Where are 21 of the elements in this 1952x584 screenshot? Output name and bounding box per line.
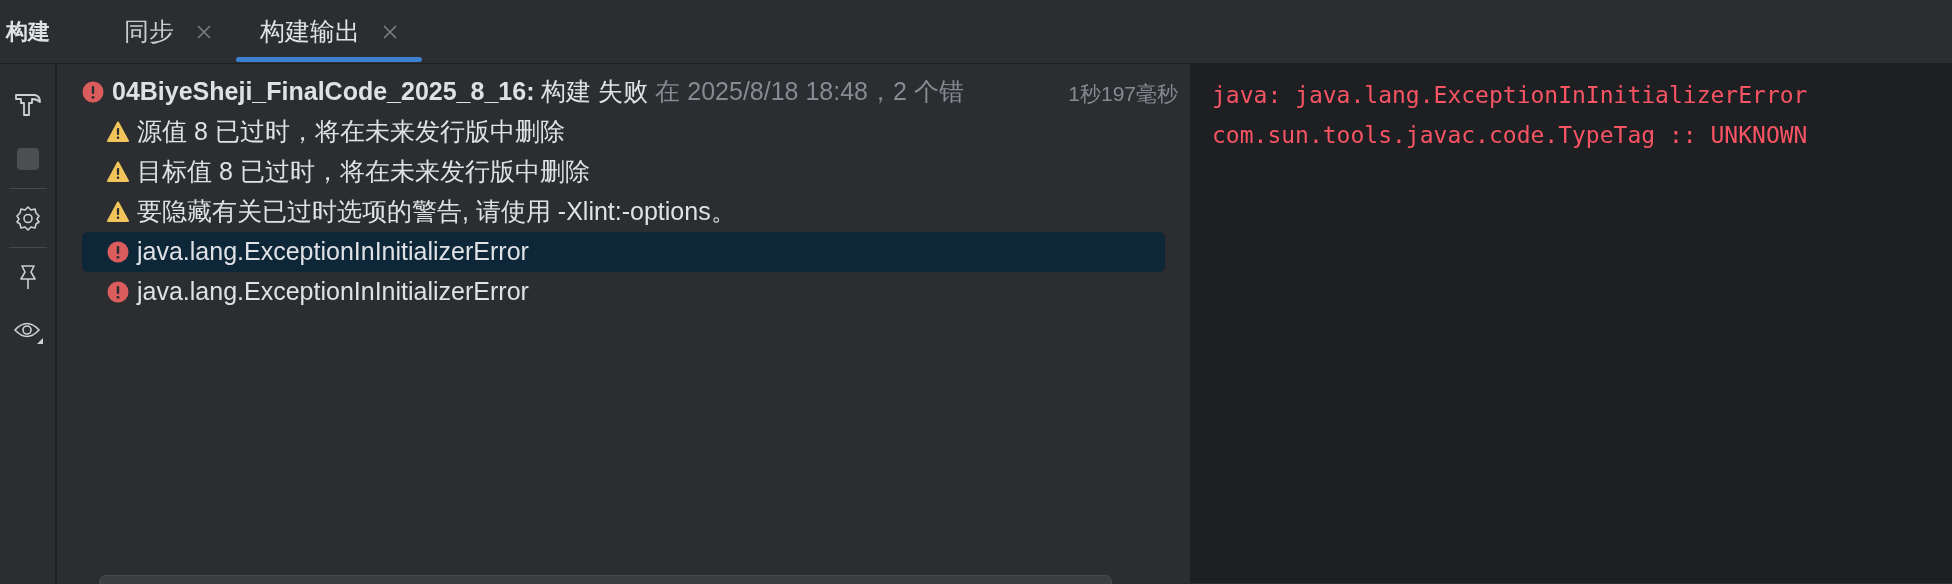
- error-icon: [107, 241, 129, 263]
- tree-item[interactable]: java.lang.ExceptionInInitializerError: [82, 272, 1165, 312]
- hammer-icon[interactable]: [12, 92, 43, 118]
- warning-icon: [107, 201, 129, 223]
- output-line: java: java.lang.ExceptionInInitializerError: [1212, 81, 1809, 110]
- tab[interactable]: 构建输出: [236, 0, 422, 64]
- settings-icon[interactable]: [14, 204, 41, 232]
- warning-icon: [107, 161, 129, 183]
- build-summary: 04BiyeSheji_FinalCode_2025_8_16: 构建 失败 在 2025/8/18 18:48，2 个错: [112, 76, 964, 108]
- warning-icon: [107, 121, 129, 143]
- close-icon[interactable]: [382, 23, 398, 40]
- tree-item[interactable]: 源值 8 已过时，将在未来发行版中删除: [82, 112, 1165, 152]
- tree-item[interactable]: java.lang.ExceptionInInitializerError: [82, 232, 1165, 272]
- tree-item[interactable]: 目标值 8 已过时，将在未来发行版中删除: [82, 152, 1165, 192]
- tab[interactable]: 同步: [100, 0, 236, 64]
- error-icon: [107, 281, 129, 303]
- output-line: com.sun.tools.javac.code.TypeTag :: UNKNOWN: [1212, 121, 1809, 150]
- tree-item[interactable]: 要隐藏有关已过时选项的警告, 请使用 -Xlint:-options。: [82, 192, 1165, 232]
- close-icon[interactable]: [196, 23, 212, 40]
- error-icon: [82, 81, 104, 103]
- tool-window-title: 构建: [4, 18, 51, 46]
